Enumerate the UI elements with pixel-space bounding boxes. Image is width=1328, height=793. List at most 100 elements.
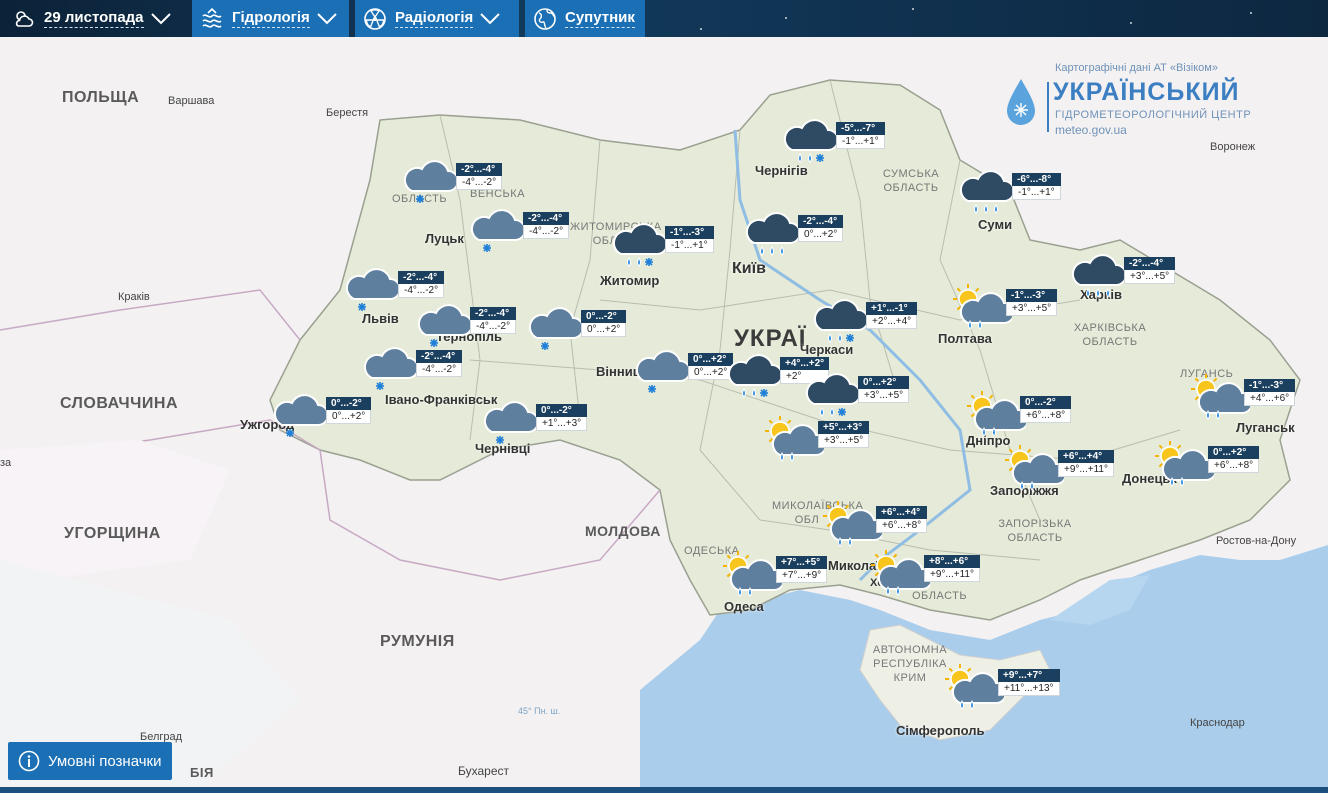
sun-cloud-rain-icon [967, 391, 1026, 437]
night-temperature: -1°...-3° [1244, 379, 1296, 392]
cloud-rain-icon [745, 212, 801, 256]
night-temperature: -2°...-4° [523, 212, 570, 225]
temperature-box: -2°...-4° -4°...-2° [456, 163, 503, 190]
night-temperature: -2°...-4° [798, 215, 844, 228]
cloud-rain-icon [1071, 254, 1127, 298]
sun-cloud-rain-icon [871, 550, 930, 596]
night-temperature: +9°...+7° [998, 669, 1060, 682]
star-decoration [912, 8, 914, 10]
night-temperature: +4°...+2° [780, 357, 830, 370]
star-decoration [785, 17, 787, 19]
region-label-kharkiv: ХАРКІВСЬКА ОБЛАСТЬ [1073, 322, 1147, 348]
day-temperature: +6°...+8° [876, 519, 928, 533]
temperature-box: 0°...-2° +1°...+3° [536, 404, 588, 431]
temperature-box: -5°...-7° -1°...+1° [836, 122, 885, 149]
city-krakow: Краків [118, 291, 150, 303]
tab-satellite[interactable]: Супутник [525, 0, 645, 37]
city-zhytomyr: Житомир [600, 273, 660, 288]
cloud-snow-icon [483, 401, 539, 444]
country-label-moldova: МОЛДОВА [585, 523, 661, 539]
temperature-box: -2°...-4° 0°...+2° [798, 215, 844, 242]
day-temperature: -4°...-2° [398, 284, 445, 298]
day-temperature: -4°...-2° [523, 225, 570, 239]
weather-map[interactable]: ПОЛЬЩА СЛОВАЧЧИНА УГОРЩИНА РУМУНІЯ МОЛДО… [0, 37, 1328, 787]
night-temperature: +5°...+3° [818, 421, 870, 434]
day-temperature: +3°...+5° [858, 389, 910, 403]
info-icon [18, 750, 40, 772]
chevron-down-icon [480, 12, 501, 24]
day-temperature: -4°...-2° [456, 176, 503, 190]
legend-button-label: Умовні позначки [48, 752, 162, 770]
hungary-land [0, 440, 230, 580]
day-temperature: -4°...-2° [416, 363, 463, 377]
region-label-crimea: АВТОНОМНА РЕСПУБЛІКА КРИМ [872, 644, 948, 684]
temperature-box: 0°...-2° 0°...+2° [581, 310, 627, 337]
cloud-rain-snow-icon [727, 354, 783, 398]
star-decoration [1250, 12, 1252, 14]
day-temperature: +1°...+3° [536, 417, 588, 431]
country-label-hungary: УГОРЩИНА [64, 525, 161, 542]
night-temperature: -2°...-4° [416, 350, 463, 363]
night-temperature: +6°...+4° [876, 506, 928, 519]
temperature-box: +6°...+4° +6°...+8° [876, 506, 928, 533]
day-temperature: +11°...+13° [998, 682, 1060, 696]
sun-cloud-rain-icon [1005, 445, 1064, 491]
logo-subtitle: ГІДРОМЕТЕОРОЛОГІЧНИЙ ЦЕНТР [1055, 109, 1252, 121]
night-temperature: -6°...-8° [1012, 173, 1061, 186]
night-temperature: -1°...-3° [1006, 289, 1058, 302]
region-label-zaporizhzhia: ЗАПОРІЗЬКА ОБЛАСТЬ [998, 518, 1072, 544]
water-drop-logo-icon [1007, 79, 1035, 125]
sun-cloud-rain-icon [765, 416, 824, 462]
tab-hydrology-label: Гідрологія [232, 9, 310, 28]
bottom-strip [0, 787, 1328, 793]
cloud-rain-snow-icon [612, 223, 668, 267]
country-label-poland: ПОЛЬЩА [62, 89, 140, 106]
day-temperature: -1°...+1° [1012, 186, 1061, 200]
city-rostov: Ростов-на-Дону [1216, 535, 1297, 547]
day-temperature: +3°...+5° [1006, 302, 1058, 316]
temperature-box: +5°...+3° +3°...+5° [818, 421, 870, 448]
star-decoration [1130, 22, 1132, 24]
tab-hydrology[interactable]: Гідрологія [192, 0, 349, 37]
top-navigation-bar: 29 листопада Гідрологія Радіологія Супут… [0, 0, 1328, 37]
temperature-box: +8°...+6° +9°...+11° [924, 555, 980, 582]
date-label: 29 листопада [44, 9, 144, 28]
temperature-box: -2°...-4° -4°...-2° [523, 212, 570, 239]
country-label-partial: БІЯ [190, 765, 214, 780]
tab-radiology[interactable]: Радіологія [355, 0, 519, 37]
night-temperature: 0°...+2° [1208, 446, 1260, 459]
day-temperature: +9°...+11° [1058, 463, 1114, 477]
night-temperature: 0°...-2° [581, 310, 627, 323]
date-selector[interactable]: 29 листопада [4, 0, 186, 37]
sun-cloud-rain-icon [945, 664, 1004, 710]
night-temperature: -5°...-7° [836, 122, 885, 135]
day-temperature: +7°...+9° [776, 569, 828, 583]
temperature-box: -2°...-4° +3°...+5° [1124, 257, 1176, 284]
radiation-icon [364, 7, 386, 30]
night-temperature: +7°...+5° [776, 556, 828, 569]
night-temperature: -2°...-4° [398, 271, 445, 284]
city-partial: за [0, 457, 12, 469]
cloud-snow-icon [273, 394, 329, 437]
day-temperature: +4°...+6° [1244, 392, 1296, 406]
night-temperature: +6°...+4° [1058, 450, 1114, 463]
cloud-snow-icon [363, 347, 419, 390]
city-sumy: Суми [978, 217, 1013, 232]
country-label-ukraine: УКРАЇ [734, 325, 807, 352]
night-temperature: -2°...-4° [470, 307, 517, 320]
sun-cloud-rain-icon [723, 551, 782, 597]
country-label-slovakia: СЛОВАЧЧИНА [60, 395, 179, 412]
night-temperature: 0°...-2° [326, 397, 372, 410]
night-temperature: 0°...-2° [536, 404, 588, 417]
night-temperature: +1°...-1° [866, 302, 918, 315]
logo-site-link: meteo.gov.ua [1055, 123, 1127, 137]
cloud-snow-icon [470, 209, 526, 252]
temperature-box: 0°...-2° +6°...+8° [1020, 396, 1072, 423]
temperature-box: +9°...+7° +11°...+13° [998, 669, 1060, 696]
temperature-box: +1°...-1° +2°...+4° [866, 302, 918, 329]
day-temperature: +6°...+8° [1020, 409, 1072, 423]
legend-button[interactable]: Умовні позначки [8, 742, 172, 780]
day-temperature: +9°...+11° [924, 568, 980, 582]
night-temperature: -2°...-4° [456, 163, 503, 176]
day-temperature: +6°...+8° [1208, 459, 1260, 473]
